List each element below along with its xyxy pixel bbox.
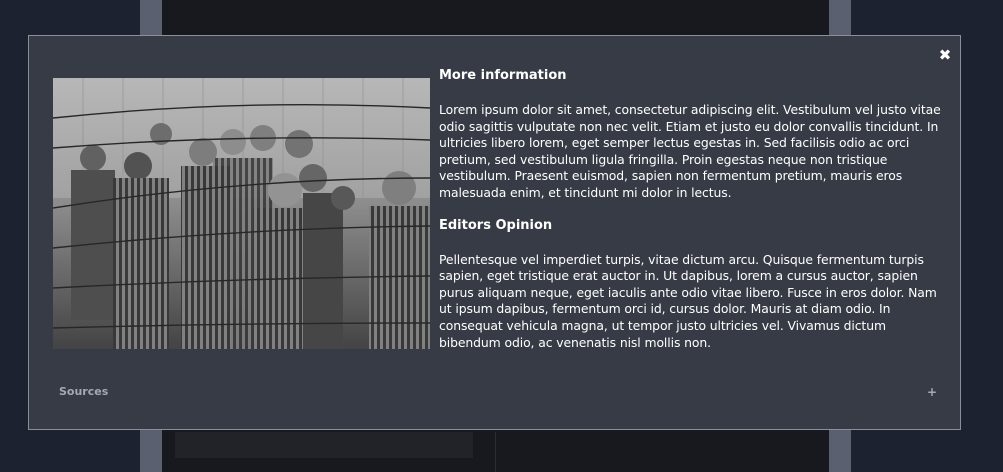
section-heading-editors-opinion: Editors Opinion (439, 217, 553, 233)
background-divider (495, 432, 496, 472)
article-photo (53, 78, 430, 349)
sources-accordion[interactable]: Sources + (59, 383, 937, 401)
section-body-more-information: Lorem ipsum dolor sit amet, consectetur … (439, 102, 941, 200)
close-icon[interactable]: ✖ (936, 46, 954, 64)
background-card (175, 432, 473, 458)
section-body-editors-opinion: Pellentesque vel imperdiet turpis, vitae… (439, 251, 937, 350)
sources-label: Sources (59, 385, 109, 398)
modal-content: More information Lorem ipsum dolor sit a… (439, 68, 951, 367)
plus-icon[interactable]: + (927, 383, 937, 401)
info-modal: ✖ More information Lorem ipsum dolor sit… (28, 35, 961, 430)
page-background: ✖ More information Lorem ipsum dolor sit… (0, 0, 1003, 472)
section-heading-more-information: More information (439, 68, 567, 83)
